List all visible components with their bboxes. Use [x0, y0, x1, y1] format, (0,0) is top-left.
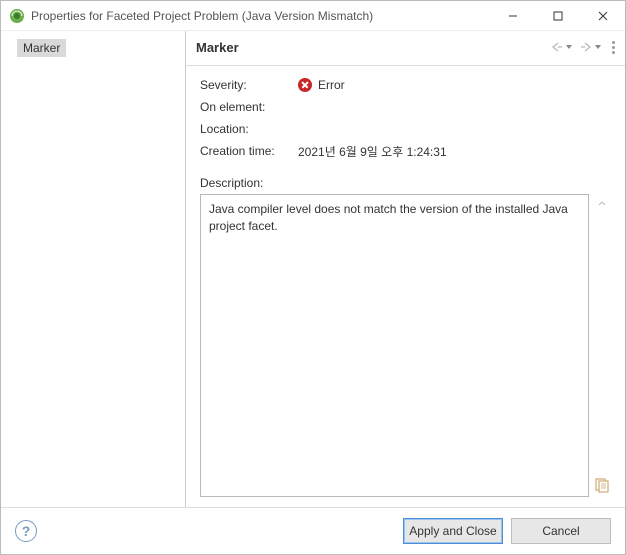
on-element-label: On element:: [200, 100, 298, 114]
page-title: Marker: [196, 40, 548, 55]
scroll-up-icon: [594, 196, 610, 212]
chevron-down-icon: [565, 43, 573, 51]
apply-and-close-button[interactable]: Apply and Close: [403, 518, 503, 544]
maximize-button[interactable]: [535, 1, 580, 31]
cancel-button[interactable]: Cancel: [511, 518, 611, 544]
minimize-button[interactable]: [490, 1, 535, 31]
sidebar-item-label: Marker: [23, 41, 60, 55]
description-textarea[interactable]: Java compiler level does not match the v…: [200, 194, 589, 497]
properties-dialog: Properties for Faceted Project Problem (…: [0, 0, 626, 555]
window-title: Properties for Faceted Project Problem (…: [31, 9, 490, 23]
sidebar-item-marker[interactable]: Marker: [17, 39, 66, 57]
severity-value: Error: [318, 78, 345, 92]
location-label: Location:: [200, 122, 298, 136]
nav-forward-button[interactable]: [577, 39, 604, 55]
nav-back-button[interactable]: [548, 39, 575, 55]
sidebar: Marker: [1, 31, 186, 507]
content-header: Marker: [186, 31, 625, 66]
creation-time-value: 2021년 6월 9일 오후 1:24:31: [298, 143, 447, 160]
titlebar: Properties for Faceted Project Problem (…: [1, 1, 625, 31]
description-value: Java compiler level does not match the v…: [209, 202, 568, 233]
button-bar: ? Apply and Close Cancel: [1, 507, 625, 554]
creation-time-label: Creation time:: [200, 144, 298, 158]
close-button[interactable]: [580, 1, 625, 31]
eclipse-icon: [9, 8, 25, 24]
copy-button[interactable]: [592, 475, 612, 495]
description-label: Description:: [200, 176, 611, 190]
error-icon: [298, 78, 312, 92]
on-element-value: [298, 98, 448, 116]
chevron-down-icon: [594, 43, 602, 51]
help-button[interactable]: ?: [15, 520, 37, 542]
severity-label: Severity:: [200, 78, 298, 92]
view-menu-icon[interactable]: [612, 41, 615, 54]
